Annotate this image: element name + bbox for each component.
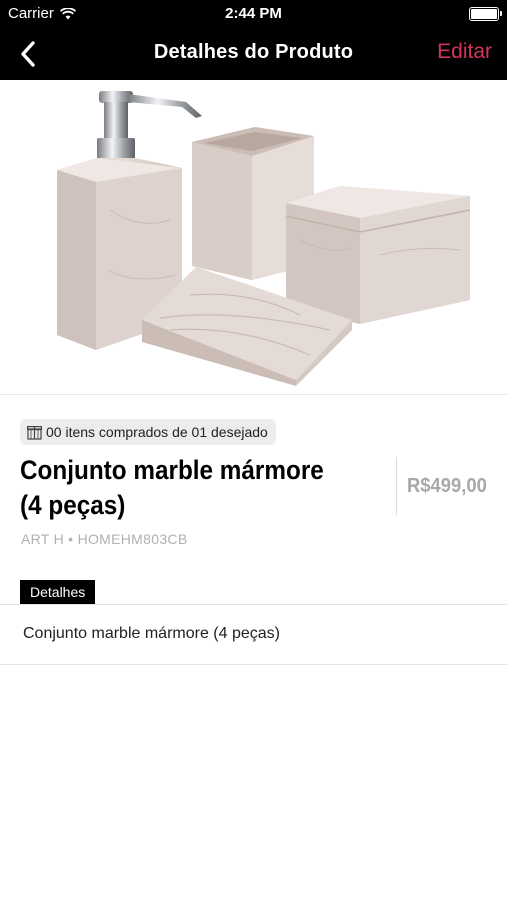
product-title: Conjunto marble mármore (4 peças) [20,455,324,520]
edit-button[interactable]: Editar [437,40,492,64]
status-bar: Carrier 2:44 PM [0,0,507,28]
divider [396,457,397,515]
purchase-status-badge: 00 itens comprados de 01 desejado [20,419,276,445]
page-title: Detalhes do Produto [153,41,354,63]
details-description: Conjunto marble mármore (4 peças) [23,625,280,642]
purchase-status-text: 00 itens comprados de 01 desejado [46,424,268,440]
product-sku: ART H • HOMEHM803CB [21,531,188,547]
status-time: 2:44 PM [225,5,282,22]
product-price: R$499,00 [407,475,487,497]
tab-details[interactable]: Detalhes [20,580,96,604]
product-photo [57,91,471,386]
battery-icon [469,7,502,21]
gift-icon [27,425,42,440]
product-image [0,80,507,395]
navigation-bar: Detalhes do Produto Editar [0,28,507,80]
divider [0,664,507,665]
divider [0,604,507,605]
